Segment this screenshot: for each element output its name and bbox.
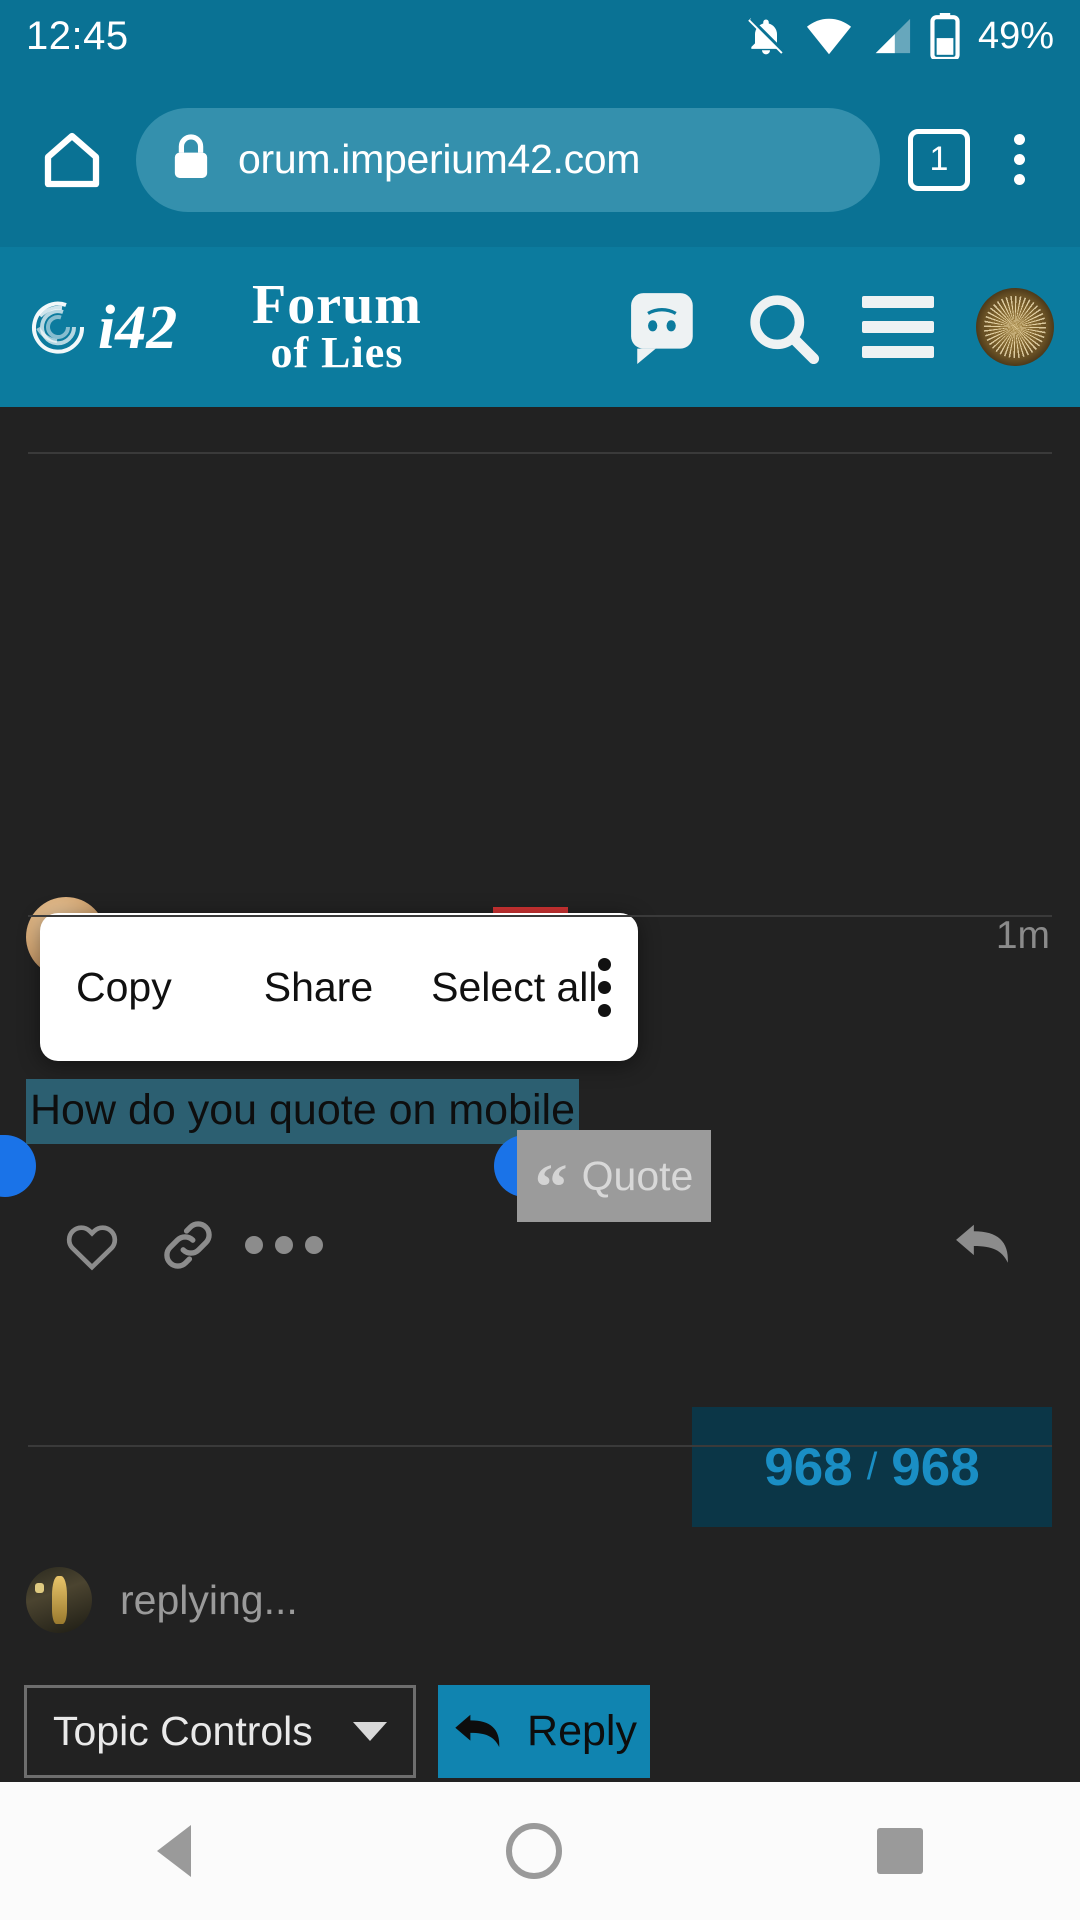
- divider-below-counter: [28, 915, 1052, 917]
- replying-status-text: replying...: [120, 1576, 298, 1623]
- user-avatar[interactable]: [976, 288, 1054, 366]
- status-bar: 12:45 49%: [0, 0, 1080, 72]
- home-icon[interactable]: [505, 1823, 562, 1879]
- topic-controls-label: Topic Controls: [53, 1708, 313, 1754]
- selection-overflow-menu-icon[interactable]: [597, 957, 611, 1017]
- site-title-line2: of Lies: [270, 327, 404, 377]
- reply-button-label: Reply: [527, 1707, 637, 1755]
- link-icon[interactable]: [140, 1197, 236, 1293]
- topic-controls-row: Topic Controls Reply: [24, 1685, 650, 1778]
- forum-header: i42 Forum of Lies: [0, 247, 1080, 407]
- copy-button[interactable]: Copy: [76, 964, 172, 1011]
- phone-screen: 12:45 49% orum.imperium42.com 1 i42 Foru…: [0, 0, 1080, 1920]
- chevron-down-icon: [353, 1722, 387, 1741]
- url-text: orum.imperium42.com: [238, 136, 641, 182]
- quote-button-label: Quote: [581, 1152, 694, 1199]
- url-bar[interactable]: orum.imperium42.com: [136, 107, 880, 212]
- home-icon[interactable]: [26, 114, 118, 206]
- post-progress-counter[interactable]: 968 / 968: [692, 1407, 1052, 1527]
- browser-toolbar: orum.imperium42.com 1: [0, 72, 1080, 247]
- svg-text:i42: i42: [98, 294, 177, 362]
- back-icon[interactable]: [157, 1825, 192, 1877]
- notifications-off-icon: [744, 14, 788, 58]
- heart-icon[interactable]: [44, 1197, 140, 1293]
- text-selection-popup: Copy Share Select all: [40, 913, 638, 1061]
- recents-icon[interactable]: [876, 1828, 923, 1874]
- quote-button[interactable]: “ Quote: [517, 1130, 711, 1222]
- search-icon[interactable]: [744, 289, 820, 365]
- reply-arrow-icon[interactable]: [936, 1197, 1032, 1293]
- battery-percent: 49%: [977, 14, 1054, 57]
- page-content: 1m Copy Share Select all How do you quot…: [0, 407, 1080, 1920]
- selection-handle-left[interactable]: [0, 1135, 36, 1197]
- site-logo[interactable]: i42: [26, 282, 226, 372]
- tab-counter-button[interactable]: 1: [908, 128, 970, 191]
- divider-top: [28, 452, 1052, 454]
- share-button[interactable]: Share: [264, 964, 373, 1011]
- hamburger-menu-icon[interactable]: [862, 296, 934, 358]
- forum-header-icons: [628, 288, 1054, 366]
- discord-icon[interactable]: [628, 290, 702, 364]
- battery-icon: [930, 13, 960, 59]
- status-clock: 12:45: [26, 14, 129, 58]
- select-all-button[interactable]: Select all: [431, 964, 597, 1011]
- site-title[interactable]: Forum of Lies: [252, 274, 422, 377]
- wifi-icon: [806, 16, 852, 56]
- divider-suggested: [28, 1445, 1052, 1447]
- cell-signal-icon: [870, 16, 912, 56]
- reply-button[interactable]: Reply: [438, 1685, 650, 1778]
- browser-menu-icon[interactable]: [984, 134, 1054, 185]
- post-actions: [44, 1197, 332, 1293]
- site-title-line1: Forum: [252, 274, 422, 337]
- ellipsis-icon[interactable]: [236, 1197, 332, 1293]
- replying-indicator: replying...: [26, 1567, 298, 1633]
- android-nav-bar: [0, 1782, 1080, 1920]
- lock-icon: [170, 133, 212, 186]
- reply-arrow-icon: [455, 1714, 500, 1747]
- topic-controls-dropdown[interactable]: Topic Controls: [24, 1685, 416, 1778]
- counter-separator: /: [866, 1445, 878, 1488]
- selected-text: How do you quote on mobile: [26, 1079, 580, 1144]
- replying-avatar[interactable]: [26, 1567, 92, 1633]
- status-icons: 49%: [744, 13, 1054, 59]
- post-timestamp: 1m: [995, 914, 1050, 957]
